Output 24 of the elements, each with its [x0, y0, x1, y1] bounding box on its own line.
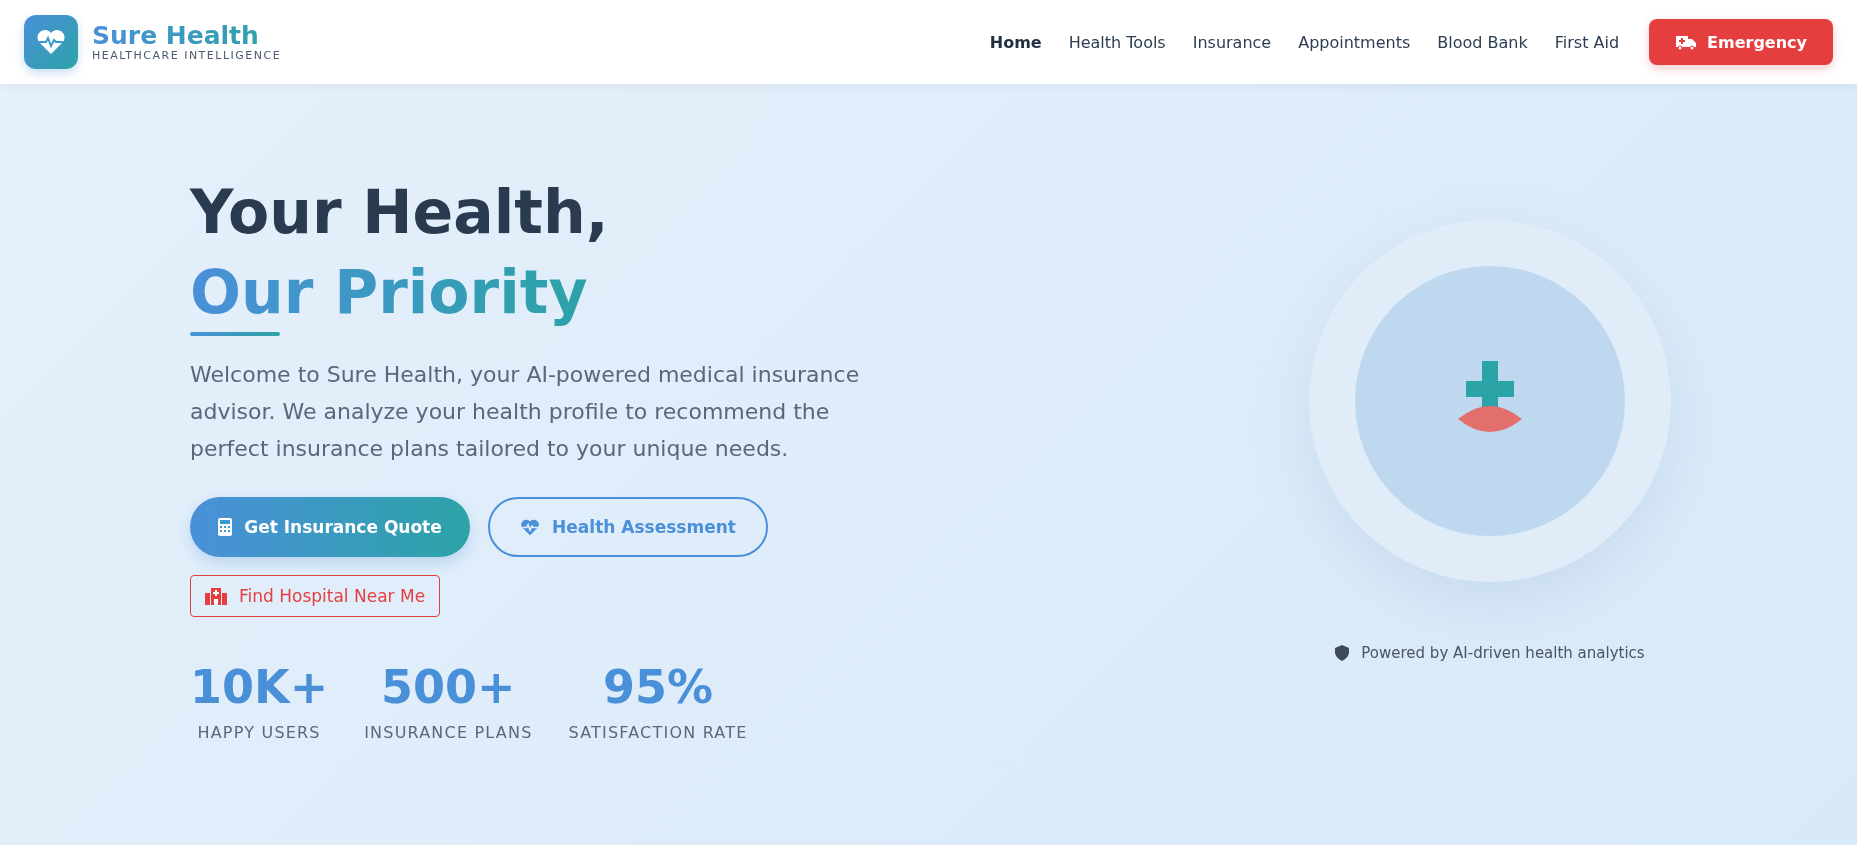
ambulance-icon: [1675, 34, 1698, 50]
nav-link[interactable]: Blood Bank: [1437, 32, 1528, 52]
nav-link[interactable]: First Aid: [1554, 32, 1620, 52]
nav-link[interactable]: Appointments: [1298, 32, 1411, 52]
calculator-icon: [218, 518, 233, 536]
emergency-button[interactable]: Emergency: [1649, 19, 1833, 65]
nav-link[interactable]: Insurance: [1192, 32, 1272, 52]
heart-pulse-icon: [24, 15, 78, 69]
stat-label: HAPPY USERS: [197, 723, 321, 742]
shield-icon: [1335, 645, 1350, 661]
stat-value: 10K+: [190, 659, 329, 715]
nav-link[interactable]: Home: [989, 32, 1042, 52]
stat-value: 500+: [381, 659, 516, 715]
stat-value: 95%: [602, 659, 714, 715]
stat-label: INSURANCE PLANS: [364, 723, 533, 742]
hero-title: Your Health,: [190, 176, 609, 249]
stat-label: SATISFACTION RATE: [568, 723, 748, 742]
caption-text: Powered by AI-driven health analytics: [1361, 644, 1645, 662]
hospital-button[interactable]: Find Hospital Near Me: [190, 575, 441, 617]
hospital-icon: [205, 587, 227, 605]
brand-tagline: HEALTHCARE INTELLIGENCE: [92, 49, 282, 63]
nav-link[interactable]: Health Tools: [1068, 32, 1166, 52]
heart-pulse-icon: [520, 518, 541, 536]
hero-description: Welcome to Sure Health, your AI-powered medical insurance advisor. We analyze your health profile to recommend the perfect insurance plans tailored to your unique needs.: [190, 361, 861, 463]
